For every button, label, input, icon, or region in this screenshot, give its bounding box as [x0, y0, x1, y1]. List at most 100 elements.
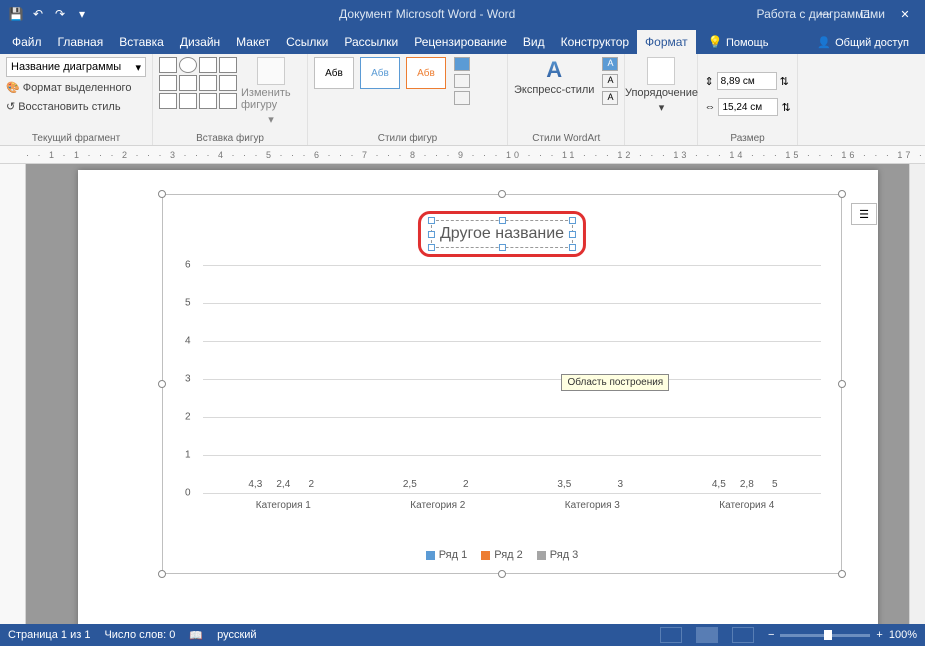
group-label: Стили фигур	[314, 131, 501, 144]
chart-title-box[interactable]: Другое название	[431, 220, 573, 248]
style-preset-2[interactable]: Абв	[360, 57, 400, 89]
arrange-icon	[647, 57, 675, 85]
wordart-icon: A	[546, 57, 562, 83]
width-icon: ⇔	[704, 101, 715, 113]
shape-gallery[interactable]	[159, 57, 237, 109]
statusbar: Страница 1 из 1 Число слов: 0 📖 русский …	[0, 624, 925, 646]
chart-legend[interactable]: Ряд 1Ряд 2Ряд 3	[163, 549, 841, 561]
resize-handle[interactable]	[838, 570, 846, 578]
text-outline-button[interactable]: A	[602, 74, 618, 88]
group-arrange: Упорядочение▾	[625, 54, 698, 145]
page[interactable]: ☰ Другое название 01234564,32,42Категори…	[78, 170, 878, 624]
plot-area[interactable]: 01234564,32,42Категория 12,52Категория 2…	[203, 265, 821, 493]
read-mode-button[interactable]	[660, 627, 682, 643]
web-layout-button[interactable]	[732, 627, 754, 643]
layout-options-button[interactable]: ☰	[851, 203, 877, 225]
group-label	[631, 131, 691, 144]
ribbon-tabs: Файл Главная Вставка Дизайн Макет Ссылки…	[0, 28, 925, 54]
tab-help[interactable]: 💡 Помощь	[700, 30, 777, 54]
chart-title-text[interactable]: Другое название	[440, 225, 564, 242]
minimize-button[interactable]: —	[805, 0, 845, 28]
vertical-scrollbar[interactable]	[909, 164, 925, 624]
resize-handle[interactable]	[838, 380, 846, 388]
language-indicator[interactable]: русский	[217, 629, 256, 641]
text-fill-button[interactable]: A	[602, 57, 618, 71]
shape-style-gallery[interactable]: Абв Абв Абв	[314, 57, 446, 89]
chart-tooltip: Область построения	[561, 374, 669, 391]
height-icon: ⇕	[704, 75, 713, 88]
style-preset-1[interactable]: Абв	[314, 57, 354, 89]
proofing-icon[interactable]: 📖	[189, 629, 203, 642]
shape-outline-button[interactable]	[454, 74, 470, 88]
tab-references[interactable]: Ссылки	[278, 30, 336, 54]
horizontal-ruler[interactable]: · · 1 · 1 · · · 2 · · · 3 · · · 4 · · · …	[0, 146, 925, 164]
shape-fill-button[interactable]	[454, 57, 470, 71]
tab-format[interactable]: Формат	[637, 30, 696, 54]
group-label: Размер	[704, 131, 790, 144]
vertical-ruler[interactable]	[0, 164, 26, 624]
resize-handle[interactable]	[498, 190, 506, 198]
resize-handle[interactable]	[158, 570, 166, 578]
chart-object[interactable]: ☰ Другое название 01234564,32,42Категори…	[162, 194, 842, 574]
style-preset-3[interactable]: Абв	[406, 57, 446, 89]
tab-design[interactable]: Дизайн	[172, 30, 228, 54]
share-label: Общий доступ	[835, 37, 909, 49]
change-shape-button: Изменить фигуру▾	[241, 57, 301, 126]
tab-home[interactable]: Главная	[50, 30, 112, 54]
zoom-control[interactable]: − + 100%	[768, 629, 917, 641]
group-label: Текущий фрагмент	[6, 131, 146, 144]
resize-handle[interactable]	[838, 190, 846, 198]
document-title: Документ Microsoft Word - Word	[98, 7, 757, 21]
group-label: Стили WordArt	[514, 131, 618, 144]
tab-view[interactable]: Вид	[515, 30, 553, 54]
spinner-icon[interactable]: ⇅	[780, 75, 789, 88]
tab-help-label: Помощь	[726, 37, 769, 49]
group-size: ⇕8,89 см⇅ ⇔15,24 см⇅ Размер	[698, 54, 797, 145]
wordart-quick-styles[interactable]: A Экспресс-стили	[514, 57, 594, 96]
zoom-in-button[interactable]: +	[876, 629, 882, 641]
text-effects-button[interactable]: A	[602, 91, 618, 105]
arrange-button[interactable]: Упорядочение▾	[631, 57, 691, 114]
resize-handle[interactable]	[158, 190, 166, 198]
group-label: Вставка фигур	[159, 131, 301, 144]
qat-more-icon[interactable]: ▾	[74, 6, 90, 22]
maximize-button[interactable]: ☐	[845, 0, 885, 28]
ribbon: Название диаграммы▾ 🎨 Формат выделенного…	[0, 54, 925, 146]
tab-mailings[interactable]: Рассылки	[336, 30, 406, 54]
shape-effects-button[interactable]	[454, 91, 470, 105]
titlebar: 💾 ↶ ↷ ▾ Документ Microsoft Word - Word Р…	[0, 0, 925, 28]
chart-element-dropdown[interactable]: Название диаграммы▾	[6, 57, 146, 77]
tab-constructor[interactable]: Конструктор	[553, 30, 637, 54]
person-icon: 👤	[817, 36, 831, 49]
dropdown-value: Название диаграммы	[11, 61, 121, 73]
group-shape-styles: Абв Абв Абв Стили фигур	[308, 54, 508, 145]
reset-style-button[interactable]: ↺ Восстановить стиль	[6, 98, 121, 115]
close-button[interactable]: ✕	[885, 0, 925, 28]
save-icon[interactable]: 💾	[8, 6, 24, 22]
page-indicator[interactable]: Страница 1 из 1	[8, 629, 90, 641]
zoom-slider[interactable]	[780, 634, 870, 637]
group-current-selection: Название диаграммы▾ 🎨 Формат выделенного…	[0, 54, 153, 145]
resize-handle[interactable]	[158, 380, 166, 388]
width-input[interactable]: 15,24 см	[718, 98, 778, 116]
zoom-level[interactable]: 100%	[889, 629, 917, 641]
word-count[interactable]: Число слов: 0	[104, 629, 175, 641]
group-insert-shapes: Изменить фигуру▾ Вставка фигур	[153, 54, 308, 145]
tab-review[interactable]: Рецензирование	[406, 30, 515, 54]
share-button[interactable]: 👤 Общий доступ	[809, 31, 917, 54]
print-layout-button[interactable]	[696, 627, 718, 643]
zoom-out-button[interactable]: −	[768, 629, 774, 641]
change-shape-icon	[257, 57, 285, 85]
resize-handle[interactable]	[498, 570, 506, 578]
tab-layout[interactable]: Макет	[228, 30, 278, 54]
tab-insert[interactable]: Вставка	[111, 30, 172, 54]
height-input[interactable]: 8,89 см	[717, 72, 777, 90]
spinner-icon[interactable]: ⇅	[781, 101, 790, 114]
quick-access-toolbar: 💾 ↶ ↷ ▾	[0, 6, 98, 22]
tab-file[interactable]: Файл	[4, 30, 50, 54]
format-selection-button[interactable]: 🎨 Формат выделенного	[6, 79, 131, 96]
undo-icon[interactable]: ↶	[30, 6, 46, 22]
redo-icon[interactable]: ↷	[52, 6, 68, 22]
document-area[interactable]: ☰ Другое название 01234564,32,42Категори…	[26, 164, 909, 624]
chart-title-highlight: Другое название	[418, 211, 586, 257]
